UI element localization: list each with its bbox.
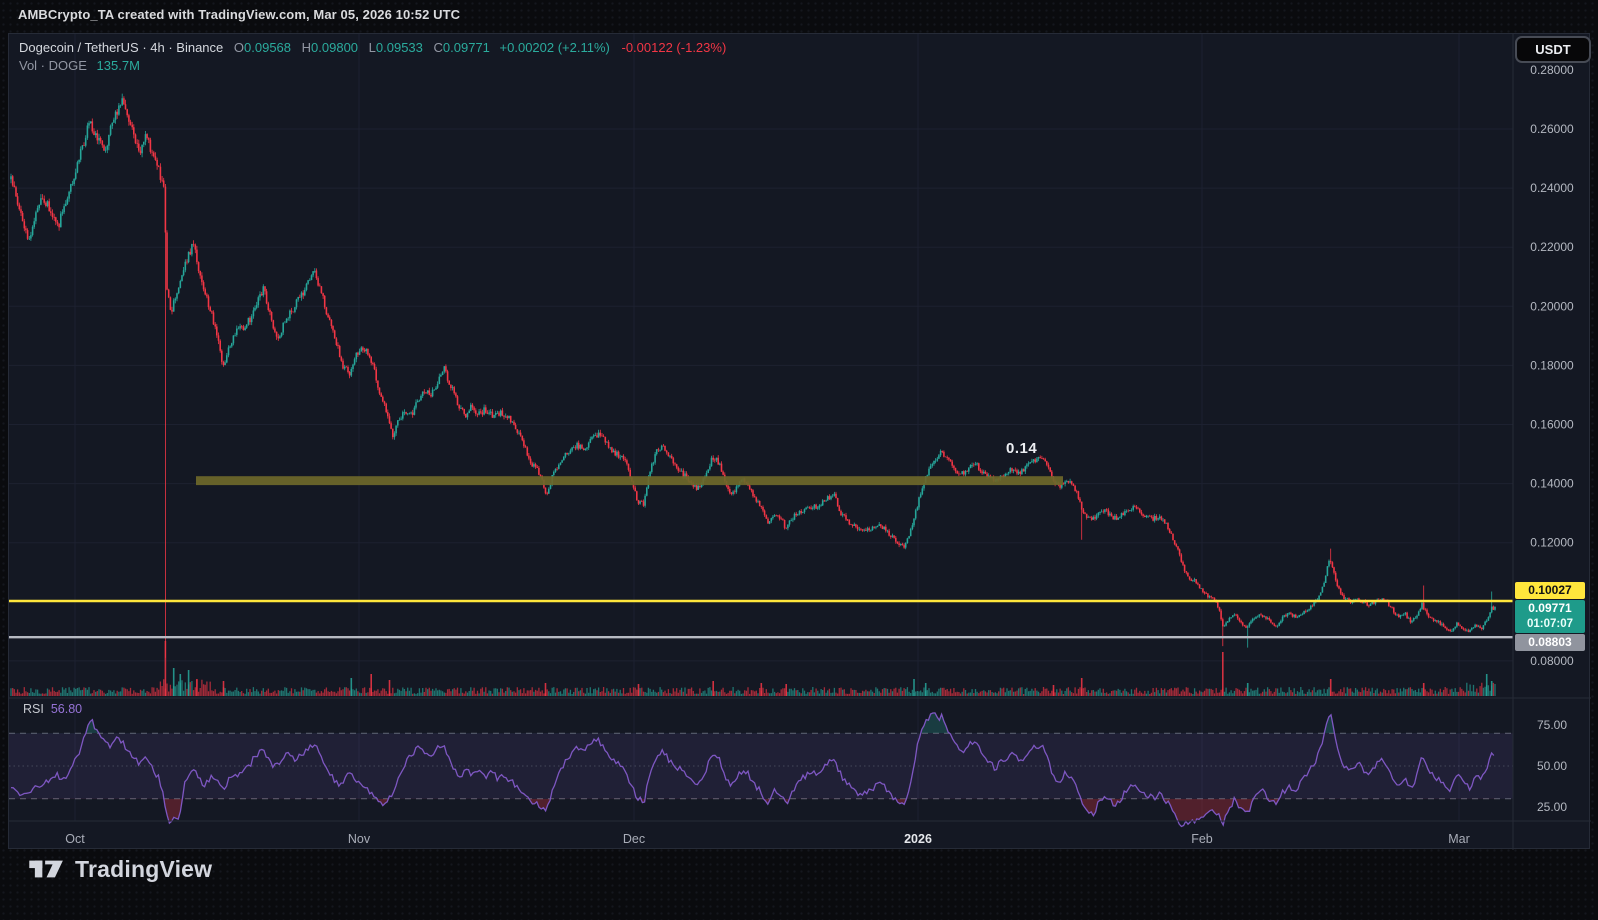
- supply-zone-box[interactable]: [196, 476, 1063, 485]
- time-axis[interactable]: Oct Nov Dec 2026 Feb Mar: [65, 832, 1469, 846]
- rsi-axis-label: 25.00: [1537, 800, 1567, 814]
- price-tag-current: 0.09771 01:07:07: [1515, 600, 1585, 633]
- current-price-value: 0.09771: [1515, 600, 1585, 617]
- price-axis-label: 0.18000: [1530, 358, 1574, 372]
- change-negative: -0.00122 (-1.23%): [622, 40, 727, 55]
- change-positive: +0.00202 (+2.11%): [500, 40, 610, 55]
- price-axis-label: 0.24000: [1530, 181, 1574, 195]
- price-chart-canvas[interactable]: 0.28000 0.26000 0.24000 0.22000 0.20000 0.180…: [9, 34, 1591, 850]
- rsi-axis-label: 75.00: [1537, 718, 1567, 732]
- rsi-axis-label: 50.00: [1537, 759, 1567, 773]
- open-pair: O0.09568: [234, 40, 291, 55]
- pane-separators: [9, 34, 1591, 850]
- high-pair: H0.09800: [302, 40, 358, 55]
- time-axis-label: 2026: [904, 832, 932, 846]
- symbol-legend: Dogecoin / TetherUS · 4h · Binance O0.09…: [19, 39, 726, 75]
- legend-row-volume: Vol · DOGE 135.7M: [19, 57, 726, 75]
- time-axis-label: Mar: [1448, 832, 1470, 846]
- symbol-title[interactable]: Dogecoin / TetherUS · 4h · Binance: [19, 40, 223, 55]
- horizontal-levels[interactable]: [9, 601, 1513, 637]
- price-axis-label: 0.20000: [1530, 299, 1574, 313]
- time-axis-label: Nov: [348, 832, 371, 846]
- tradingview-logo-text: TradingView: [75, 856, 212, 883]
- price-tag-gray-level: 0.08803: [1515, 634, 1585, 651]
- price-axis-label: 0.14000: [1530, 477, 1574, 491]
- volume-series: [11, 641, 1495, 696]
- price-axis[interactable]: 0.28000 0.26000 0.24000 0.22000 0.20000 0.180…: [1530, 63, 1574, 814]
- low-pair: L0.09533: [369, 40, 423, 55]
- time-axis-label: Feb: [1191, 832, 1213, 846]
- price-axis-label: 0.08000: [1530, 654, 1574, 668]
- legend-row-ohlc: Dogecoin / TetherUS · 4h · Binance O0.09…: [19, 39, 726, 57]
- grid-lines: [9, 34, 1513, 821]
- price-axis-label: 0.16000: [1530, 418, 1574, 432]
- tradingview-logo-icon: [28, 855, 66, 883]
- rsi-legend: RSI 56.80: [23, 702, 82, 716]
- volume-value: 135.7M: [97, 58, 140, 73]
- volume-label[interactable]: Vol · DOGE: [19, 58, 87, 73]
- currency-toggle-button[interactable]: USDT: [1515, 36, 1591, 63]
- price-axis-label: 0.26000: [1530, 122, 1574, 136]
- bar-countdown: 01:07:07: [1515, 617, 1585, 632]
- tradingview-logo[interactable]: TradingView: [28, 855, 212, 883]
- price-axis-label: 0.22000: [1530, 240, 1574, 254]
- price-axis-label: 0.12000: [1530, 536, 1574, 550]
- candlestick-series: [11, 94, 1495, 658]
- rsi-label[interactable]: RSI: [23, 702, 44, 716]
- time-axis-label: Oct: [65, 832, 85, 846]
- screenshot-frame: AMBCrypto_TA created with TradingView.co…: [0, 0, 1598, 920]
- time-axis-label: Dec: [623, 832, 645, 846]
- rsi-value: 56.80: [51, 702, 82, 716]
- zone-price-annotation: 0.14: [1006, 440, 1037, 457]
- watermark-caption: AMBCrypto_TA created with TradingView.co…: [18, 7, 460, 22]
- chart-widget: 0.28000 0.26000 0.24000 0.22000 0.20000 0.180…: [8, 33, 1590, 849]
- price-axis-label: 0.28000: [1530, 63, 1574, 77]
- price-tag-yellow-level: 0.10027: [1515, 582, 1585, 599]
- close-pair: C0.09771: [434, 40, 490, 55]
